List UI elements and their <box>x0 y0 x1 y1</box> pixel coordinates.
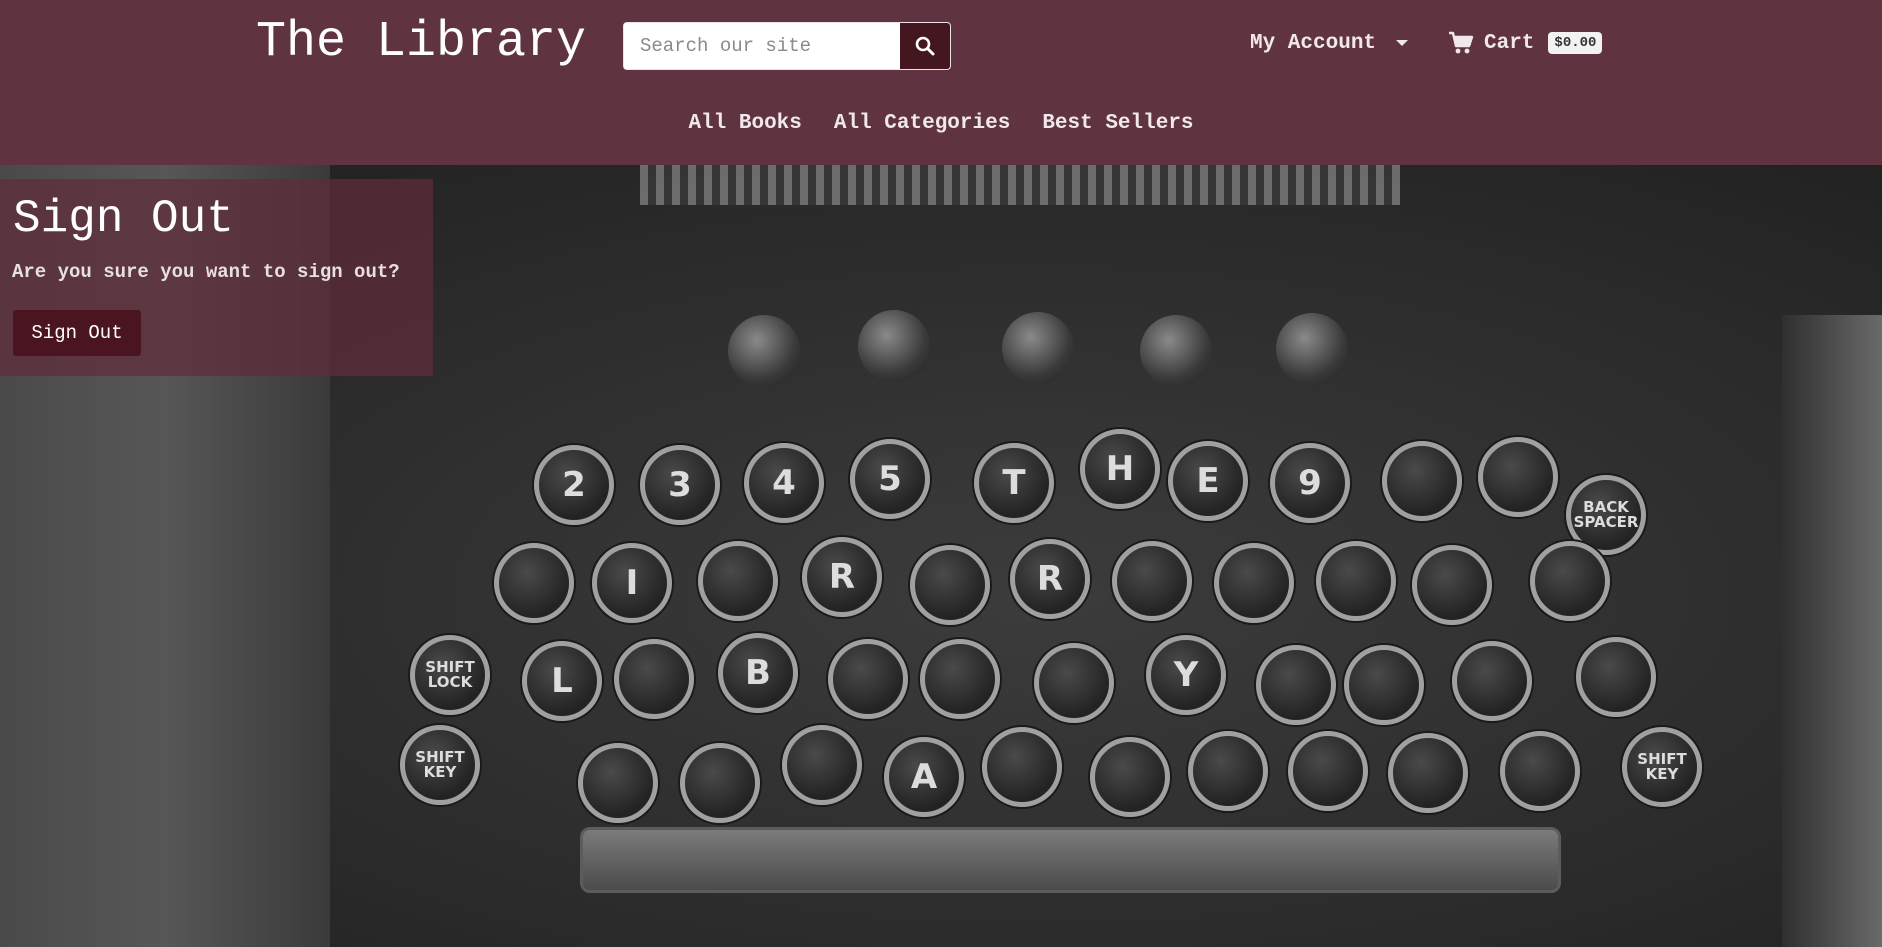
typewriter-knob <box>858 310 930 382</box>
typewriter-key <box>1214 543 1294 623</box>
typewriter-knob <box>728 315 800 387</box>
typewriter-key <box>494 543 574 623</box>
site-header: The Library My Account Cart $0.00 <box>0 0 1882 165</box>
typewriter-key: SHIFT LOCK <box>410 635 490 715</box>
signout-button[interactable]: Sign Out <box>13 310 141 356</box>
typewriter-key <box>1256 645 1336 725</box>
search-button[interactable] <box>900 23 950 69</box>
typewriter-key <box>1388 733 1468 813</box>
typewriter-key <box>680 743 760 823</box>
typewriter-knob <box>1002 312 1074 384</box>
typewriter-key: 2 <box>534 445 614 525</box>
typewriter-key <box>920 639 1000 719</box>
chevron-down-icon <box>1396 40 1409 46</box>
nav-best-sellers[interactable]: Best Sellers <box>1042 112 1193 135</box>
typewriter-key: 9 <box>1270 443 1350 523</box>
typewriter-key <box>578 743 658 823</box>
typewriter-key: 3 <box>640 445 720 525</box>
typewriter-key <box>698 541 778 621</box>
typewriter-key: A <box>884 737 964 817</box>
signout-message: Are you sure you want to sign out? <box>12 261 400 283</box>
typewriter-key <box>1316 541 1396 621</box>
typewriter-key: 4 <box>744 443 824 523</box>
nav-all-books[interactable]: All Books <box>688 112 801 135</box>
cart-icon <box>1449 31 1474 54</box>
typewriter-key: L <box>522 641 602 721</box>
typewriter-key <box>1412 545 1492 625</box>
typewriter-key <box>1034 643 1114 723</box>
typewriter-key <box>1500 731 1580 811</box>
account-label: My Account <box>1250 31 1377 55</box>
typewriter-key <box>1382 441 1462 521</box>
typewriter-key: SHIFT KEY <box>1622 727 1702 807</box>
typewriter-key: B <box>718 633 798 713</box>
typewriter-knob <box>1140 315 1212 387</box>
search-icon <box>915 36 935 56</box>
typewriter-key <box>614 639 694 719</box>
main-nav: All Books All Categories Best Sellers <box>0 112 1882 135</box>
typewriter-key: E <box>1168 441 1248 521</box>
typewriter-key <box>1530 541 1610 621</box>
hero-wall-right <box>1782 315 1882 947</box>
typewriter-key <box>1090 737 1170 817</box>
typewriter-key: R <box>802 537 882 617</box>
signout-panel: Sign Out Are you sure you want to sign o… <box>0 179 433 376</box>
nav-all-categories[interactable]: All Categories <box>834 112 1010 135</box>
typewriter-key <box>1188 731 1268 811</box>
typewriter-key: H <box>1080 429 1160 509</box>
typewriter-key <box>1478 437 1558 517</box>
search-form <box>623 22 951 70</box>
account-menu[interactable]: My Account <box>1250 28 1409 58</box>
cart-link[interactable]: Cart $0.00 <box>1448 26 1603 60</box>
typewriter-key <box>1576 637 1656 717</box>
typewriter-key <box>1452 641 1532 721</box>
typewriter-knob <box>1276 313 1348 385</box>
page: The Library My Account Cart $0.00 <box>0 0 1882 947</box>
typewriter-key: I <box>592 543 672 623</box>
typewriter-key <box>828 639 908 719</box>
typewriter-key: T <box>974 443 1054 523</box>
typewriter-key: 5 <box>850 439 930 519</box>
typewriter-key <box>982 727 1062 807</box>
cart-total-badge: $0.00 <box>1548 32 1603 54</box>
cart-label: Cart <box>1484 31 1535 55</box>
typewriter-spacebar <box>580 827 1561 893</box>
typewriter-key: Y <box>1146 635 1226 715</box>
typewriter-key <box>782 725 862 805</box>
typewriter-key <box>1344 645 1424 725</box>
site-brand[interactable]: The Library <box>256 14 586 71</box>
typewriter-key: SHIFT KEY <box>400 725 480 805</box>
typewriter-key <box>910 545 990 625</box>
typewriter-typebars <box>640 165 1400 205</box>
typewriter-key <box>1288 731 1368 811</box>
typewriter-key: R <box>1010 539 1090 619</box>
page-title: Sign Out <box>13 193 234 245</box>
typewriter-key <box>1112 541 1192 621</box>
search-input[interactable] <box>624 23 900 69</box>
